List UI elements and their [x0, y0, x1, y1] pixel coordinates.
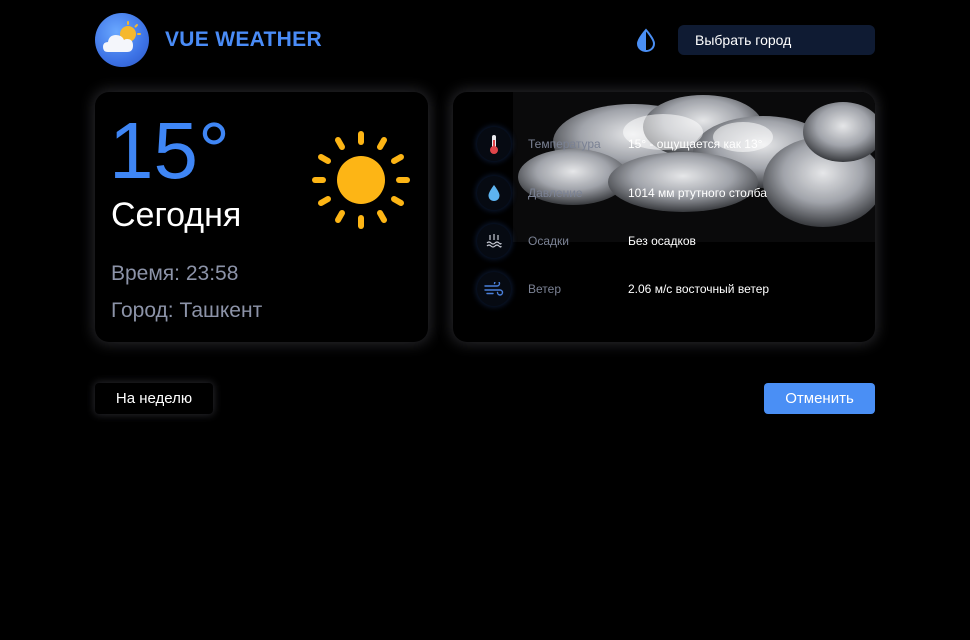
clouds-background-icon — [513, 92, 875, 242]
thermometer-icon — [477, 127, 511, 161]
detail-value: 1014 мм ртутного столба — [628, 186, 767, 200]
droplet-theme-toggle-icon[interactable] — [634, 28, 658, 52]
detail-row-temperature: Температура 15° - ощущается как 13° — [477, 126, 762, 162]
detail-label: Осадки — [528, 234, 569, 248]
week-forecast-button[interactable]: На неделю — [95, 383, 213, 414]
brand-title: VUE WEATHER — [165, 28, 322, 51]
detail-value: Без осадков — [628, 234, 696, 248]
precipitation-icon — [477, 224, 511, 258]
detail-label: Ветер — [528, 282, 561, 296]
page: VUE WEATHER Выбрать город 15° Сегодня Вр… — [0, 0, 970, 640]
details-card: Температура 15° - ощущается как 13° Давл… — [453, 92, 875, 342]
current-city: Город: Ташкент — [111, 299, 263, 322]
detail-label: Давление — [528, 186, 583, 200]
today-card: 15° Сегодня Время: 23:58 Город: Ташкент — [95, 92, 428, 342]
today-label: Сегодня — [111, 196, 242, 234]
header-actions: Выбрать город — [634, 25, 875, 55]
detail-label: Температура — [528, 137, 601, 151]
brand[interactable]: VUE WEATHER — [95, 13, 322, 67]
current-time: Время: 23:58 — [111, 262, 239, 285]
detail-row-wind: Ветер 2.06 м/с восточный ветер — [477, 271, 769, 307]
detail-row-pressure: Давление 1014 мм ртутного столба — [477, 175, 767, 211]
wind-icon — [477, 272, 511, 306]
detail-value: 2.06 м/с восточный ветер — [628, 282, 770, 296]
header: VUE WEATHER Выбрать город — [95, 12, 875, 68]
city-select[interactable]: Выбрать город — [678, 25, 875, 55]
weather-logo-icon — [95, 13, 149, 67]
cancel-button[interactable]: Отменить — [764, 383, 875, 414]
droplet-icon — [477, 176, 511, 210]
current-temperature: 15° — [109, 106, 230, 195]
city-select-label: Выбрать город — [695, 32, 792, 48]
detail-row-precipitation: Осадки Без осадков — [477, 223, 696, 259]
detail-value: 15° - ощущается как 13° — [628, 137, 763, 151]
sun-icon — [312, 131, 410, 229]
